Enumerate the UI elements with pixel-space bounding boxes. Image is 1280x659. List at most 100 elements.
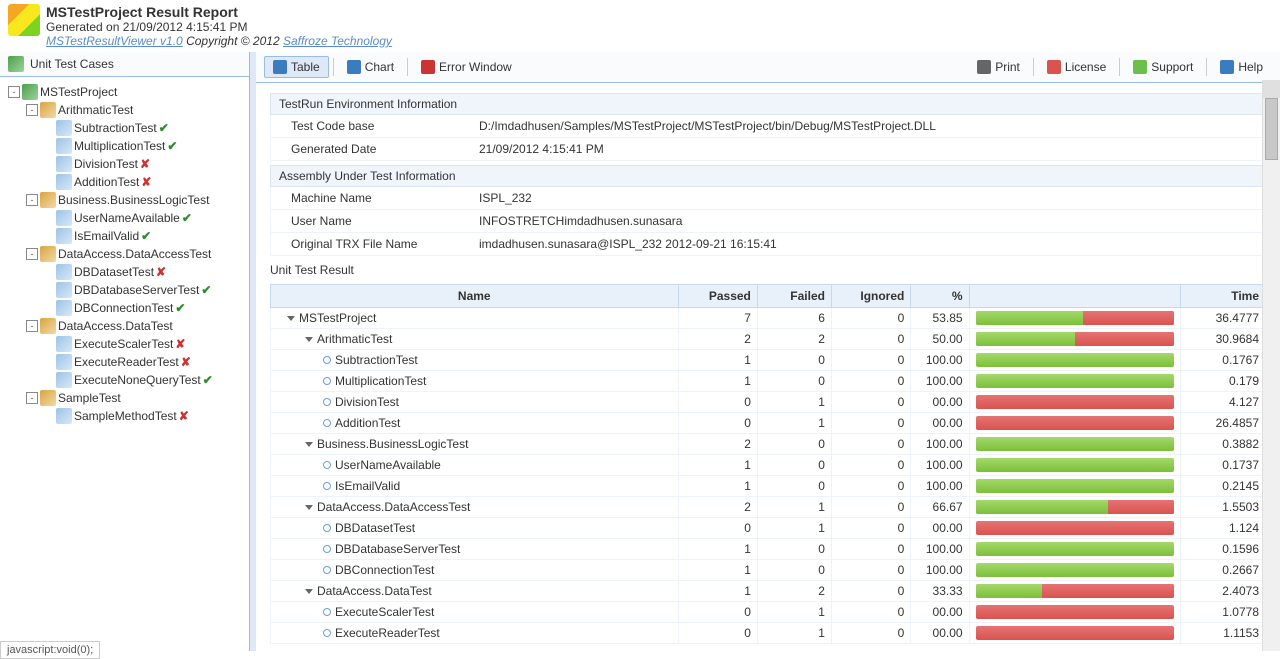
- tree-node[interactable]: DBConnectionTest✔: [0, 299, 249, 317]
- tree-node[interactable]: UserNameAvailable✔: [0, 209, 249, 227]
- support-button[interactable]: Support: [1124, 56, 1202, 78]
- error-icon: [421, 60, 435, 74]
- progress-bar: [976, 563, 1175, 577]
- cell-pct: 50.00: [911, 329, 969, 350]
- tree-node[interactable]: -DataAccess.DataAccessTest: [0, 245, 249, 263]
- class-icon: [40, 390, 56, 406]
- tree-node[interactable]: SampleMethodTest✘: [0, 407, 249, 425]
- tree-node[interactable]: ExecuteScalerTest✘: [0, 335, 249, 353]
- tree-node[interactable]: DBDatasetTest✘: [0, 263, 249, 281]
- column-header[interactable]: Passed: [678, 285, 757, 308]
- bullet-icon: [323, 377, 331, 385]
- leaf-icon: [56, 120, 72, 136]
- table-row[interactable]: DivisionTest01000.004.127: [271, 392, 1266, 413]
- content-pane: Table Chart Error Window Print License Suppo…: [256, 52, 1280, 651]
- leaf-icon: [56, 282, 72, 298]
- column-header[interactable]: [969, 285, 1181, 308]
- credit-line: MSTestResultViewer v1.0 Copyright © 2012…: [46, 34, 392, 48]
- tree-node[interactable]: IsEmailValid✔: [0, 227, 249, 245]
- class-icon: [40, 318, 56, 334]
- cell-ignored: 0: [831, 350, 910, 371]
- class-icon: [40, 102, 56, 118]
- tree-node[interactable]: DivisionTest✘: [0, 155, 249, 173]
- table-row[interactable]: AdditionTest01000.0026.4857: [271, 413, 1266, 434]
- button-label: Support: [1151, 60, 1193, 74]
- result-section: Unit Test Result NamePassedFailedIgnored…: [270, 260, 1266, 644]
- tree-node[interactable]: -Business.BusinessLogicTest: [0, 191, 249, 209]
- tree-toggle-icon[interactable]: -: [26, 392, 38, 404]
- tree-node[interactable]: ExecuteNoneQueryTest✔: [0, 371, 249, 389]
- leaf-icon: [56, 138, 72, 154]
- tree-toggle-icon[interactable]: -: [26, 320, 38, 332]
- table-row[interactable]: MSTestProject76053.8536.4777: [271, 308, 1266, 329]
- table-row[interactable]: DBDatasetTest01000.001.124: [271, 518, 1266, 539]
- table-row[interactable]: ExecuteReaderTest01000.001.1153: [271, 623, 1266, 644]
- table-row[interactable]: Business.BusinessLogicTest200100.000.388…: [271, 434, 1266, 455]
- table-row[interactable]: DataAccess.DataAccessTest21066.671.5503: [271, 497, 1266, 518]
- table-button[interactable]: Table: [264, 56, 329, 78]
- product-link[interactable]: MSTestResultViewer v1.0: [46, 34, 183, 48]
- fail-icon: ✘: [175, 337, 185, 351]
- cell-ignored: 0: [831, 497, 910, 518]
- tree-node[interactable]: -SampleTest: [0, 389, 249, 407]
- help-button[interactable]: Help: [1211, 56, 1272, 78]
- cell-ignored: 0: [831, 623, 910, 644]
- cell-bar: [969, 560, 1181, 581]
- expander-icon[interactable]: [287, 316, 295, 321]
- expander-icon[interactable]: [305, 442, 313, 447]
- tree-toggle-icon[interactable]: -: [26, 194, 38, 206]
- tree-toggle-icon[interactable]: -: [8, 86, 20, 98]
- tree-node[interactable]: AdditionTest✘: [0, 173, 249, 191]
- table-row[interactable]: DBConnectionTest100100.000.2667: [271, 560, 1266, 581]
- tree-node[interactable]: - ArithmaticTest: [0, 101, 249, 119]
- cell-ignored: 0: [831, 413, 910, 434]
- table-row[interactable]: SubtractionTest100100.000.1767: [271, 350, 1266, 371]
- progress-bar: [976, 584, 1175, 598]
- error-button[interactable]: Error Window: [412, 56, 521, 78]
- table-row[interactable]: DataAccess.DataTest12033.332.4073: [271, 581, 1266, 602]
- tree-node[interactable]: ExecuteReaderTest✘: [0, 353, 249, 371]
- cell-passed: 7: [678, 308, 757, 329]
- column-header[interactable]: Name: [271, 285, 679, 308]
- table-row[interactable]: ArithmaticTest22050.0030.9684: [271, 329, 1266, 350]
- table-row[interactable]: DBDatabaseServerTest100100.000.1596: [271, 539, 1266, 560]
- tree-label: SubtractionTest: [74, 121, 157, 135]
- tree-node[interactable]: DBDatabaseServerTest✔: [0, 281, 249, 299]
- tree-node[interactable]: -DataAccess.DataTest: [0, 317, 249, 335]
- progress-bar: [976, 374, 1175, 388]
- sidebar-title: Unit Test Cases: [30, 57, 114, 71]
- proj-icon: [22, 84, 38, 100]
- company-link[interactable]: Saffroze Technology: [283, 34, 392, 48]
- tree-toggle-icon[interactable]: -: [26, 104, 38, 116]
- expander-icon[interactable]: [305, 337, 313, 342]
- print-button[interactable]: Print: [968, 56, 1029, 78]
- info-value: ISPL_232: [471, 187, 1265, 209]
- column-header[interactable]: Ignored: [831, 285, 910, 308]
- tree-node[interactable]: MultiplicationTest✔: [0, 137, 249, 155]
- fail-icon: ✘: [179, 409, 189, 423]
- table-row[interactable]: ExecuteScalerTest01000.001.0778: [271, 602, 1266, 623]
- column-header[interactable]: Time: [1181, 285, 1266, 308]
- tree-node[interactable]: SubtractionTest✔: [0, 119, 249, 137]
- cell-time: 1.0778: [1181, 602, 1266, 623]
- column-header[interactable]: Failed: [757, 285, 831, 308]
- column-header[interactable]: %: [911, 285, 969, 308]
- expander-icon[interactable]: [305, 505, 313, 510]
- asm-info-title: Assembly Under Test Information: [270, 165, 1266, 187]
- table-row[interactable]: MultiplicationTest100100.000.179: [271, 371, 1266, 392]
- tree-label: ArithmaticTest: [58, 103, 133, 117]
- table-row[interactable]: IsEmailValid100100.000.2145: [271, 476, 1266, 497]
- progress-bar: [976, 395, 1175, 409]
- table-row[interactable]: UserNameAvailable100100.000.1737: [271, 455, 1266, 476]
- cell-failed: 0: [757, 350, 831, 371]
- tree-toggle-icon[interactable]: -: [26, 248, 38, 260]
- bullet-icon: [323, 356, 331, 364]
- tree-node[interactable]: -MSTestProject: [0, 83, 249, 101]
- chart-button[interactable]: Chart: [338, 56, 403, 78]
- fail-icon: ✘: [156, 265, 166, 279]
- expander-icon[interactable]: [305, 589, 313, 594]
- cell-failed: 0: [757, 371, 831, 392]
- vertical-scrollbar[interactable]: [1262, 80, 1280, 651]
- license-button[interactable]: License: [1038, 56, 1115, 78]
- tree-label: ExecuteNoneQueryTest: [74, 373, 201, 387]
